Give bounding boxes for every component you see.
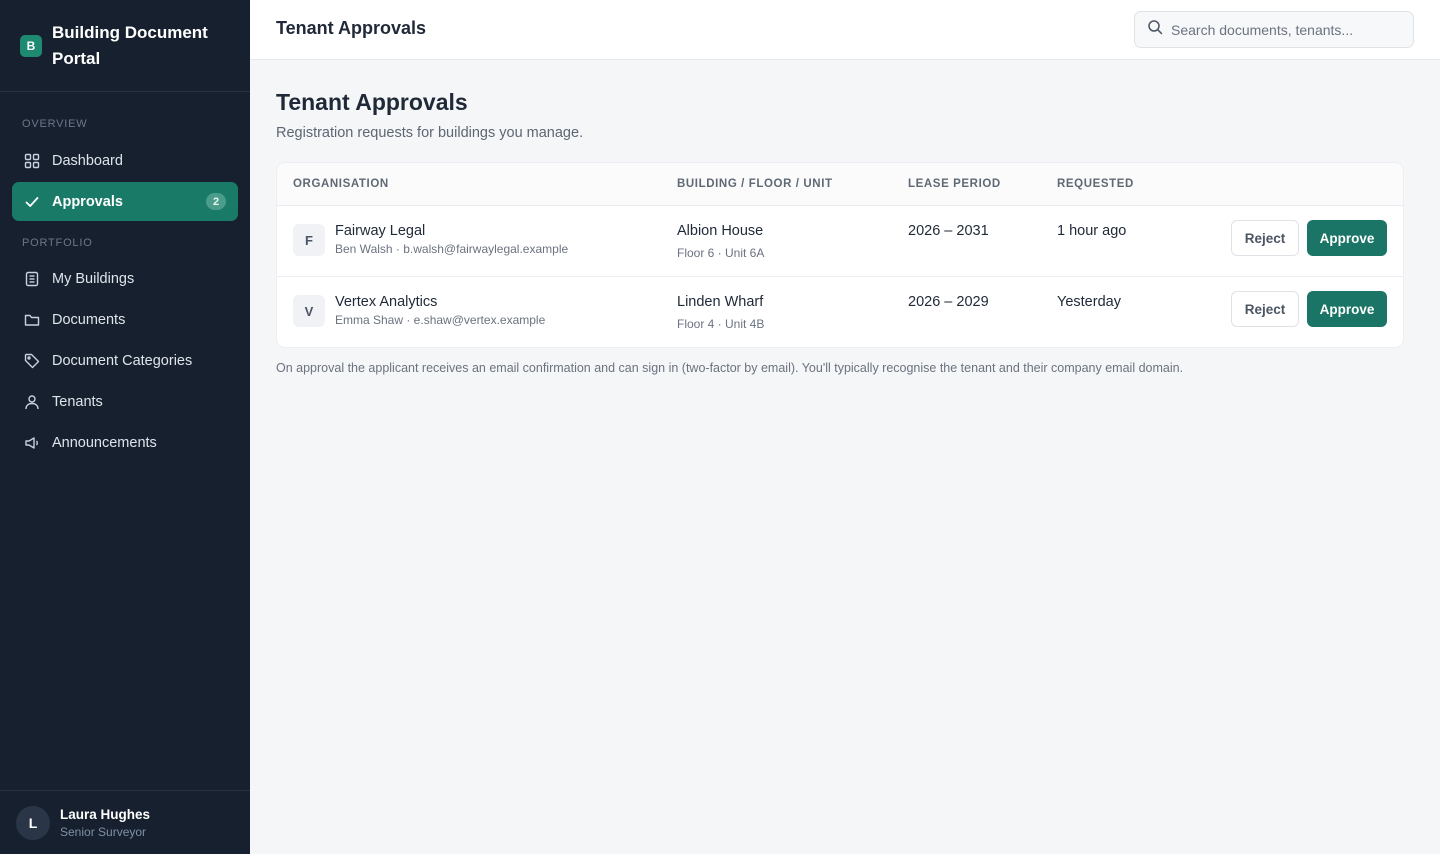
table-header: ORGANISATION BUILDING / FLOOR / UNIT LEA… [277,163,1403,206]
org-initial-icon: V [293,295,325,327]
sidebar: B Building Document Portal OVERVIEW Dash… [0,0,250,854]
building-name: Linden Wharf [677,294,764,310]
column-header-requested: REQUESTED [1057,178,1134,190]
building-unit: Floor 4 · Unit 4B [677,317,765,331]
sidebar-item-document-categories[interactable]: Document Categories [12,341,238,380]
sidebar-item-my-buildings[interactable]: My Buildings [12,259,238,298]
brand-logo: B [20,34,42,57]
user-name: Laura Hughes [60,806,151,822]
nav-section-overview: OVERVIEW [22,118,88,130]
sidebar-item-announcements[interactable]: Announcements [12,423,238,462]
building-name: Albion House [677,223,764,239]
megaphone-icon [24,435,40,451]
check-icon [24,194,40,210]
sidebar-item-label: Approvals [52,193,123,210]
grid-icon [24,153,40,169]
search-icon [1147,19,1163,40]
reject-button[interactable]: Reject [1231,291,1299,327]
requested-time: Yesterday [1057,294,1121,310]
table-row: F Fairway Legal Ben Walsh · b.walsh@fair… [277,206,1403,277]
search-input[interactable] [1171,21,1401,38]
search-box[interactable] [1134,11,1414,48]
approval-footnote: On approval the applicant receives an em… [276,361,1184,375]
column-header-organisation: ORGANISATION [293,178,389,190]
page-title: Tenant Approvals [276,89,468,115]
sidebar-item-label: My Buildings [52,270,135,287]
org-initial-icon: F [293,224,325,256]
brand[interactable]: B Building Document Portal [0,0,250,92]
building-unit: Floor 6 · Unit 6A [677,246,765,260]
avatar: L [16,805,50,840]
reject-button[interactable]: Reject [1231,220,1299,256]
top-bar: Tenant Approvals [250,0,1440,60]
user-profile[interactable]: L Laura Hughes Senior Surveyor [0,790,250,854]
nav-section-portfolio: PORTFOLIO [22,237,93,249]
sidebar-item-tenants[interactable]: Tenants [12,382,238,421]
folder-icon [24,312,40,328]
org-contact: Emma Shaw · e.shaw@vertex.example [335,313,546,327]
sidebar-item-label: Dashboard [52,152,123,169]
building-icon [24,271,40,287]
column-header-lease-period: LEASE PERIOD [908,178,1001,190]
approvals-count-badge: 2 [206,193,226,210]
approvals-table: ORGANISATION BUILDING / FLOOR / UNIT LEA… [276,162,1404,348]
tag-icon [24,353,40,369]
table-row: V Vertex Analytics Emma Shaw · e.shaw@ve… [277,277,1403,347]
sidebar-item-label: Announcements [52,434,157,451]
lease-period: 2026 – 2031 [908,223,989,239]
brand-name: Building Document Portal [52,22,208,68]
sidebar-item-approvals[interactable]: Approvals 2 [12,182,238,221]
page-subtitle: Registration requests for buildings you … [276,125,584,141]
column-header-building: BUILDING / FLOOR / UNIT [677,178,833,190]
requested-time: 1 hour ago [1057,223,1127,239]
sidebar-item-label: Tenants [52,393,103,410]
approve-button[interactable]: Approve [1307,291,1387,327]
lease-period: 2026 – 2029 [908,294,989,310]
header-title: Tenant Approvals [276,18,427,38]
org-contact: Ben Walsh · b.walsh@fairwaylegal.example [335,242,569,256]
org-name: Vertex Analytics [335,294,438,310]
user-role: Senior Surveyor [60,824,147,839]
sidebar-item-label: Documents [52,311,126,328]
sidebar-item-dashboard[interactable]: Dashboard [12,141,238,180]
user-icon [24,394,40,410]
sidebar-item-label: Document Categories [52,352,193,369]
approve-button[interactable]: Approve [1307,220,1387,256]
sidebar-item-documents[interactable]: Documents [12,300,238,339]
org-name: Fairway Legal [335,223,426,239]
